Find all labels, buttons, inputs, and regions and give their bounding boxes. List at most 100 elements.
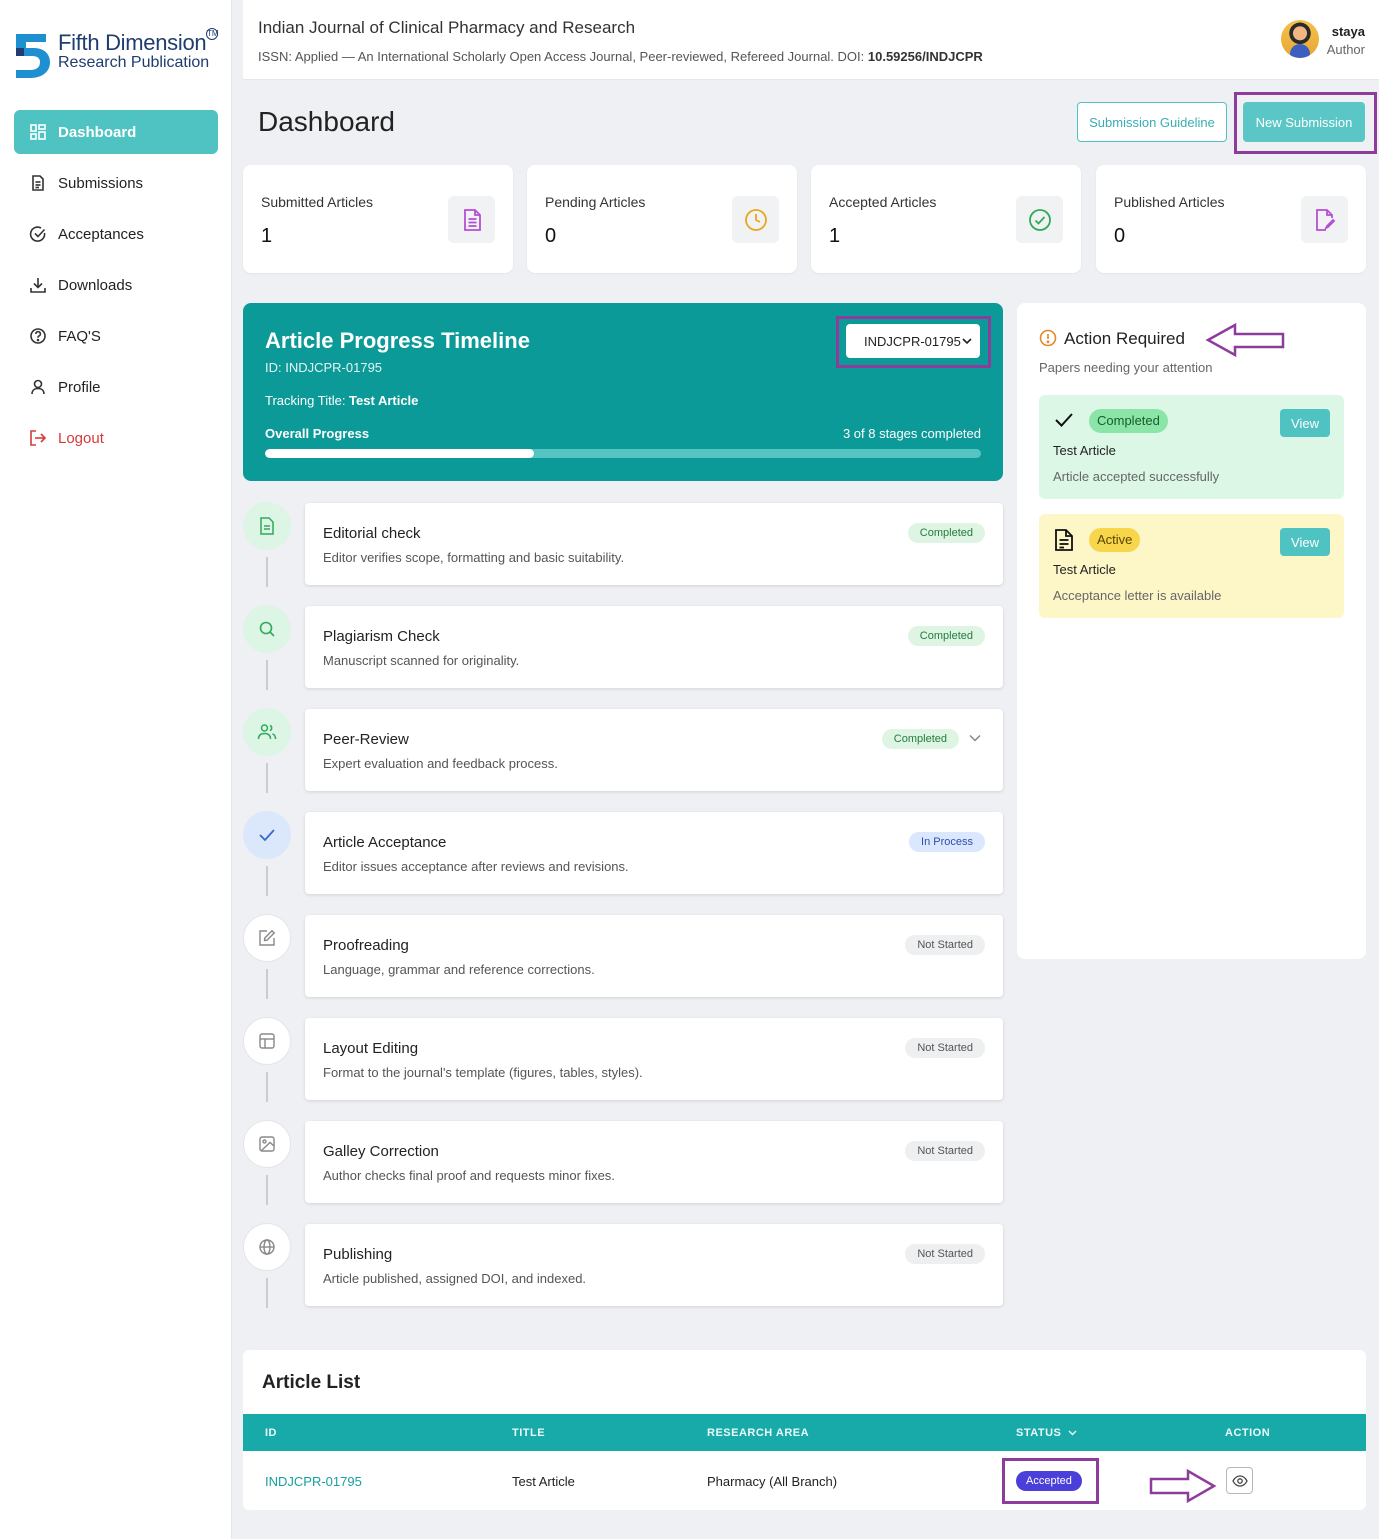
- column-header-research-area: RESEARCH AREA: [707, 1427, 810, 1439]
- status-header-label: STATUS: [1016, 1427, 1062, 1439]
- stat-label: Pending Articles: [545, 194, 646, 210]
- view-button[interactable]: View: [1280, 528, 1330, 556]
- status-badge: Not Started: [905, 935, 985, 955]
- stat-card-pending: Pending Articles 0: [527, 165, 797, 273]
- timeline-connector: [266, 1278, 268, 1308]
- journal-doi: 10.59256/INDJCPR: [867, 49, 983, 64]
- action-card-active: Active Test Article Acceptance letter is…: [1039, 514, 1344, 618]
- stage-card: Article Acceptance Editor issues accepta…: [305, 812, 1003, 894]
- stage-description: Editor issues acceptance after reviews a…: [323, 859, 629, 874]
- grid-icon: [28, 122, 48, 142]
- stage-card: Publishing Article published, assigned D…: [305, 1224, 1003, 1306]
- stage-description: Editor verifies scope, formatting and ba…: [323, 550, 625, 565]
- stage-card[interactable]: Peer-Review Expert evaluation and feedba…: [305, 709, 1003, 791]
- status-badge: Completed: [907, 626, 985, 646]
- annotation-highlight-box: [1234, 92, 1377, 154]
- document-icon: [28, 173, 48, 193]
- annotation-arrow-right-icon: [1149, 1468, 1217, 1504]
- research-area-cell: Pharmacy (All Branch): [707, 1474, 838, 1489]
- page-title: Dashboard: [258, 106, 395, 137]
- sidebar-item-submissions[interactable]: Submissions: [14, 161, 218, 205]
- view-article-button[interactable]: [1226, 1467, 1253, 1494]
- brand-line1: Fifth Dimension: [58, 30, 207, 55]
- sidebar-item-label: Downloads: [58, 276, 133, 294]
- journal-sub-prefix: ISSN: Applied — An International Scholar…: [258, 49, 868, 64]
- stage-title: Publishing: [323, 1246, 393, 1263]
- file-edit-icon: [1301, 196, 1348, 243]
- chevron-down-icon[interactable]: [969, 734, 981, 742]
- sidebar-item-label: FAQ'S: [58, 327, 101, 345]
- sidebar-item-faqs[interactable]: FAQ'S: [14, 314, 218, 358]
- stat-label: Submitted Articles: [261, 194, 374, 210]
- tracking-value: Test Article: [349, 393, 419, 408]
- logout-icon: [28, 428, 48, 448]
- action-required-panel: Action Required Papers needing your atte…: [1017, 303, 1366, 959]
- stage-title: Proofreading: [323, 937, 409, 954]
- eye-icon: [1231, 1474, 1248, 1487]
- article-list-title: Article List: [262, 1372, 361, 1393]
- check-circle-icon: [1016, 196, 1063, 243]
- view-button[interactable]: View: [1280, 409, 1330, 437]
- logo-mark-icon: [16, 34, 50, 78]
- stage-title: Layout Editing: [323, 1040, 419, 1057]
- user-role: Author: [1326, 42, 1365, 57]
- overall-progress-label: Overall Progress: [265, 426, 370, 441]
- brand-logo[interactable]: Fifth Dimension Research Publication TM: [12, 26, 222, 82]
- annotation-arrow-left-icon: [1205, 322, 1285, 358]
- question-circle-icon: [28, 326, 48, 346]
- status-badge: In Process: [909, 832, 985, 852]
- stage-card: Editorial check Editor verifies scope, f…: [305, 503, 1003, 585]
- annotation-highlight-box: [1002, 1458, 1099, 1504]
- journal-title: Indian Journal of Clinical Pharmacy and …: [258, 18, 636, 37]
- article-id-link[interactable]: INDJCPR-01795: [265, 1474, 362, 1489]
- stage-card: Galley Correction Author checks final pr…: [305, 1121, 1003, 1203]
- stat-label: Published Articles: [1114, 194, 1225, 210]
- check-icon: [243, 811, 291, 859]
- column-header-action: ACTION: [1225, 1427, 1271, 1439]
- stage-card: Plagiarism Check Manuscript scanned for …: [305, 606, 1003, 688]
- column-header-status[interactable]: STATUS: [1016, 1427, 1077, 1439]
- tracking-title: Tracking Title: Test Article: [265, 393, 418, 408]
- stage-title: Peer-Review: [323, 731, 409, 748]
- stat-value: 0: [545, 225, 557, 247]
- document-icon: [1055, 529, 1073, 551]
- status-badge: Completed: [881, 729, 959, 749]
- action-card-title: Test Article: [1053, 443, 1116, 458]
- article-title-cell: Test Article: [512, 1474, 575, 1489]
- timeline-connector: [266, 969, 268, 999]
- timeline-connector: [266, 1072, 268, 1102]
- stage-description: Author checks final proof and requests m…: [323, 1168, 615, 1183]
- clock-icon: [732, 196, 779, 243]
- sidebar-item-dashboard[interactable]: Dashboard: [14, 110, 218, 154]
- chevron-down-icon: [1068, 1430, 1077, 1436]
- stage-title: Article Acceptance: [323, 834, 447, 851]
- submission-guideline-button[interactable]: Submission Guideline: [1077, 102, 1227, 142]
- sidebar-item-label: Profile: [58, 378, 101, 396]
- stage-description: Expert evaluation and feedback process.: [323, 756, 558, 771]
- file-icon: [243, 502, 291, 550]
- sidebar-item-downloads[interactable]: Downloads: [14, 263, 218, 307]
- sidebar-item-label: Acceptances: [58, 225, 144, 243]
- trademark-badge: TM: [206, 28, 219, 40]
- overall-progress-bar: [265, 449, 981, 458]
- sidebar-item-logout[interactable]: Logout: [14, 416, 218, 460]
- users-icon: [243, 708, 291, 756]
- table-header: ID TITLE RESEARCH AREA STATUS ACTION: [243, 1414, 1366, 1451]
- stage-title: Plagiarism Check: [323, 628, 440, 645]
- action-card-completed: Completed Test Article Article accepted …: [1039, 395, 1344, 499]
- sidebar-item-acceptances[interactable]: Acceptances: [14, 212, 218, 256]
- sidebar-item-profile[interactable]: Profile: [14, 365, 218, 409]
- avatar[interactable]: [1281, 20, 1319, 58]
- status-badge: Not Started: [905, 1038, 985, 1058]
- check-circle-icon: [28, 224, 48, 244]
- status-badge: Completed: [907, 523, 985, 543]
- sidebar-nav: Dashboard Submissions Acceptances Downlo…: [14, 110, 218, 467]
- stat-value: 1: [829, 225, 841, 247]
- stage-description: Language, grammar and reference correcti…: [323, 962, 595, 977]
- stage-description: Format to the journal's template (figure…: [323, 1065, 643, 1080]
- action-required-title: Action Required: [1064, 329, 1185, 348]
- stage-description: Article published, assigned DOI, and ind…: [323, 1271, 587, 1286]
- status-badge: Completed: [1089, 409, 1168, 433]
- timeline-connector: [266, 557, 268, 587]
- sidebar-item-label: Dashboard: [58, 123, 137, 141]
